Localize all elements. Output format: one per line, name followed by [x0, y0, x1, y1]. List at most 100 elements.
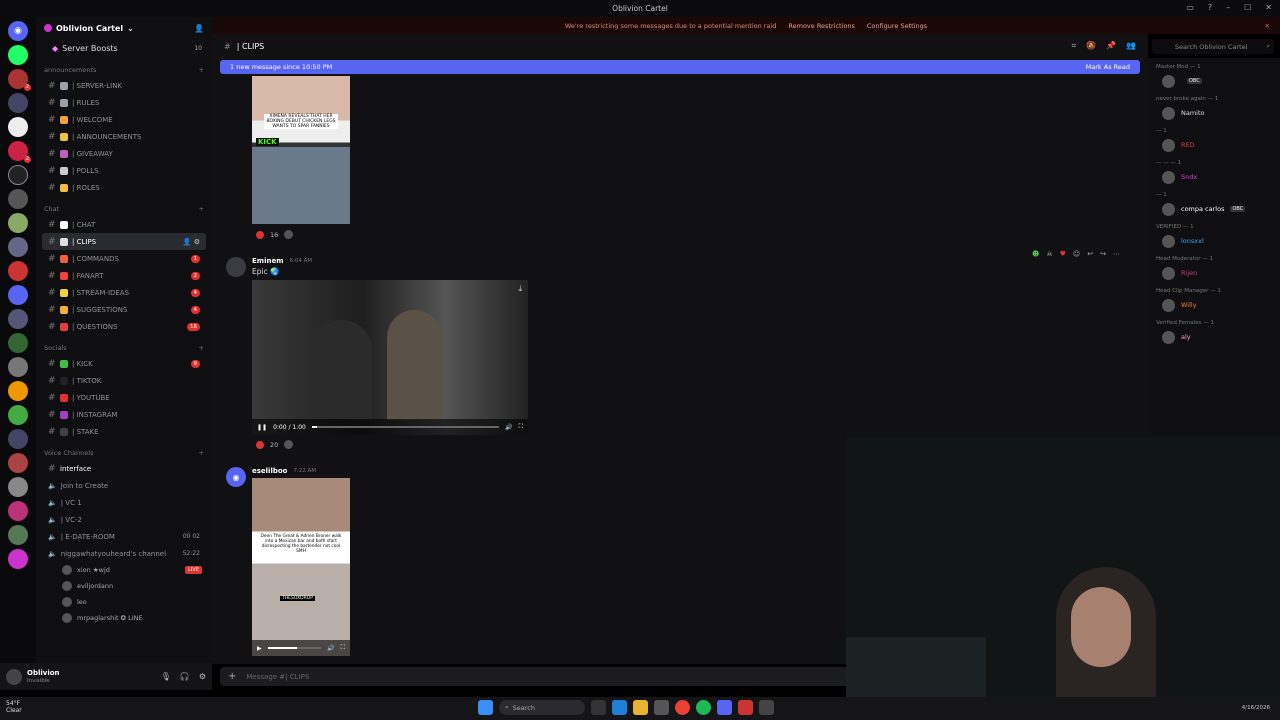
volume-slider[interactable] [267, 647, 322, 649]
close-icon[interactable]: ✕ [1265, 22, 1270, 30]
channel-item[interactable]: # | POLLS [42, 162, 206, 179]
server-icon[interactable] [8, 381, 28, 401]
voice-user[interactable]: xion ★wjd LIVE [36, 562, 212, 578]
play-icon[interactable]: ▶ [257, 645, 262, 652]
channel-item[interactable]: # | ANNOUNCEMENTS [42, 128, 206, 145]
voice-channel[interactable]: 🔈 | E-DATE-ROOM 00 02 [42, 528, 206, 545]
voice-user[interactable]: eviljordann [36, 578, 212, 594]
channel-item[interactable]: # | COMMANDS 1 [42, 250, 206, 267]
gear-icon[interactable]: ⚙ [199, 672, 206, 681]
add-channel-icon[interactable]: + [199, 66, 204, 74]
member-item[interactable]: lonsxxl [1148, 232, 1280, 250]
channel-item[interactable]: # | QUESTIONS 16 [42, 318, 206, 335]
server-icon[interactable] [8, 549, 28, 569]
voice-channel[interactable]: 🔈 | VC-2 [42, 511, 206, 528]
forward-icon[interactable]: ↪ [1100, 250, 1106, 258]
server-icon[interactable] [8, 477, 28, 497]
add-reaction-icon[interactable]: ☺ [1073, 250, 1080, 258]
add-channel-icon[interactable]: + [199, 344, 204, 352]
app-icon[interactable] [738, 700, 753, 715]
clip-thumbnail[interactable]: Deen The Great & Adrien Broner walk into… [252, 478, 350, 656]
channel-category[interactable]: announcements + [36, 63, 212, 77]
member-item[interactable]: OBC [1148, 72, 1280, 90]
server-icon[interactable] [8, 357, 28, 377]
server-icon[interactable] [8, 453, 28, 473]
voice-interface[interactable]: # interface [42, 460, 206, 477]
server-icon[interactable] [8, 261, 28, 281]
server-icon[interactable]: 2 [8, 69, 31, 91]
discord-home-icon[interactable]: ◉ [8, 21, 28, 41]
app-icon[interactable] [759, 700, 774, 715]
channel-item[interactable]: # | CHAT [42, 216, 206, 233]
weather-widget[interactable]: 54°F Clear [6, 700, 22, 714]
channel-settings-icon[interactable]: 👤 ⚙ [183, 238, 200, 246]
mark-as-read-button[interactable]: Mark As Read [1086, 63, 1130, 71]
maximize-button[interactable]: ☐ [1244, 3, 1251, 12]
server-icon[interactable] [8, 525, 28, 545]
server-icon[interactable] [8, 429, 28, 449]
discord-icon[interactable]: ◉ [226, 467, 246, 487]
mute-icon[interactable]: 🔕 [1086, 41, 1096, 51]
server-icon[interactable]: 2 [8, 141, 31, 163]
chrome-icon[interactable] [675, 700, 690, 715]
server-icon[interactable] [8, 165, 28, 185]
mic-icon[interactable]: 🎙 [161, 672, 171, 681]
channel-item[interactable]: # | STREAM-IDEAS 4 [42, 284, 206, 301]
member-item[interactable]: Rijen [1148, 264, 1280, 282]
voice-category[interactable]: Voice Channels + [36, 446, 212, 460]
store-icon[interactable] [654, 700, 669, 715]
download-icon[interactable]: ⤓ [518, 284, 522, 294]
server-icon[interactable] [8, 501, 28, 521]
voice-user[interactable]: leo [36, 594, 212, 610]
pin-icon[interactable]: 📌 [1106, 41, 1116, 51]
skull-icon[interactable]: ☠ [1046, 250, 1052, 258]
discord-icon[interactable] [717, 700, 732, 715]
channel-item[interactable]: # | SERVER-LINK [42, 77, 206, 94]
server-icon[interactable] [8, 237, 28, 257]
channel-item[interactable]: # | WELCOME [42, 111, 206, 128]
reaction-emoji[interactable] [256, 440, 264, 449]
server-icon[interactable] [8, 285, 28, 305]
add-channel-icon[interactable]: + [199, 449, 204, 457]
member-item[interactable]: Sndx [1148, 168, 1280, 186]
server-icon[interactable] [8, 405, 28, 425]
server-icon[interactable] [8, 213, 28, 233]
member-item[interactable]: RED [1148, 136, 1280, 154]
add-member-icon[interactable]: 👤 [194, 24, 204, 33]
inbox-icon[interactable]: ▭ [1186, 3, 1194, 12]
voice-channel[interactable]: 🔈 niggawhatyouheard's channel 52:22 [42, 545, 206, 562]
channel-category[interactable]: Chat + [36, 202, 212, 216]
channel-item[interactable]: # | INSTAGRAM [42, 406, 206, 423]
message-author[interactable]: Eminem [252, 257, 284, 265]
add-channel-icon[interactable]: + [199, 205, 204, 213]
member-item[interactable]: Namito [1148, 104, 1280, 122]
headphones-icon[interactable]: 🎧 [180, 672, 190, 681]
members-icon[interactable]: 👥 [1126, 41, 1136, 51]
minimize-button[interactable]: – [1226, 3, 1230, 12]
channel-item[interactable]: # | CLIPS 👤 ⚙ [42, 233, 206, 250]
server-header[interactable]: Oblivion Cartel ⌄ 👤 [36, 17, 212, 39]
task-view-icon[interactable] [591, 700, 606, 715]
remove-restrictions-link[interactable]: Remove Restrictions [788, 22, 855, 30]
close-window-button[interactable]: ✕ [1265, 3, 1272, 12]
video-player[interactable]: ⤓ ❚❚ 0:00 / 1:00 🔊 ⛶ [252, 280, 528, 435]
server-icon[interactable] [8, 45, 28, 65]
server-icon[interactable] [8, 117, 28, 137]
server-icon[interactable] [8, 309, 28, 329]
threads-icon[interactable]: ⌗ [1072, 41, 1077, 51]
channel-category[interactable]: Socials + [36, 341, 212, 355]
pause-icon[interactable]: ❚❚ [257, 424, 267, 431]
avatar[interactable] [226, 257, 246, 277]
file-explorer-icon[interactable] [633, 700, 648, 715]
volume-icon[interactable]: 🔊 [327, 645, 334, 652]
taskbar-search[interactable]: ⌕ Search [499, 700, 585, 715]
server-icon[interactable] [8, 333, 28, 353]
voice-channel[interactable]: 🔈 Join to Create [42, 477, 206, 494]
edge-icon[interactable] [612, 700, 627, 715]
message-author[interactable]: eselilboo [252, 467, 288, 475]
server-icon[interactable] [8, 93, 28, 113]
channel-item[interactable]: # | YOUTUBE [42, 389, 206, 406]
clip-thumbnail[interactable]: XIMENA REVEALS THAT HER BOXING DEBUT CHI… [252, 76, 350, 224]
fullscreen-icon[interactable]: ⛶ [519, 423, 523, 431]
channel-item[interactable]: # | TIKTOK [42, 372, 206, 389]
